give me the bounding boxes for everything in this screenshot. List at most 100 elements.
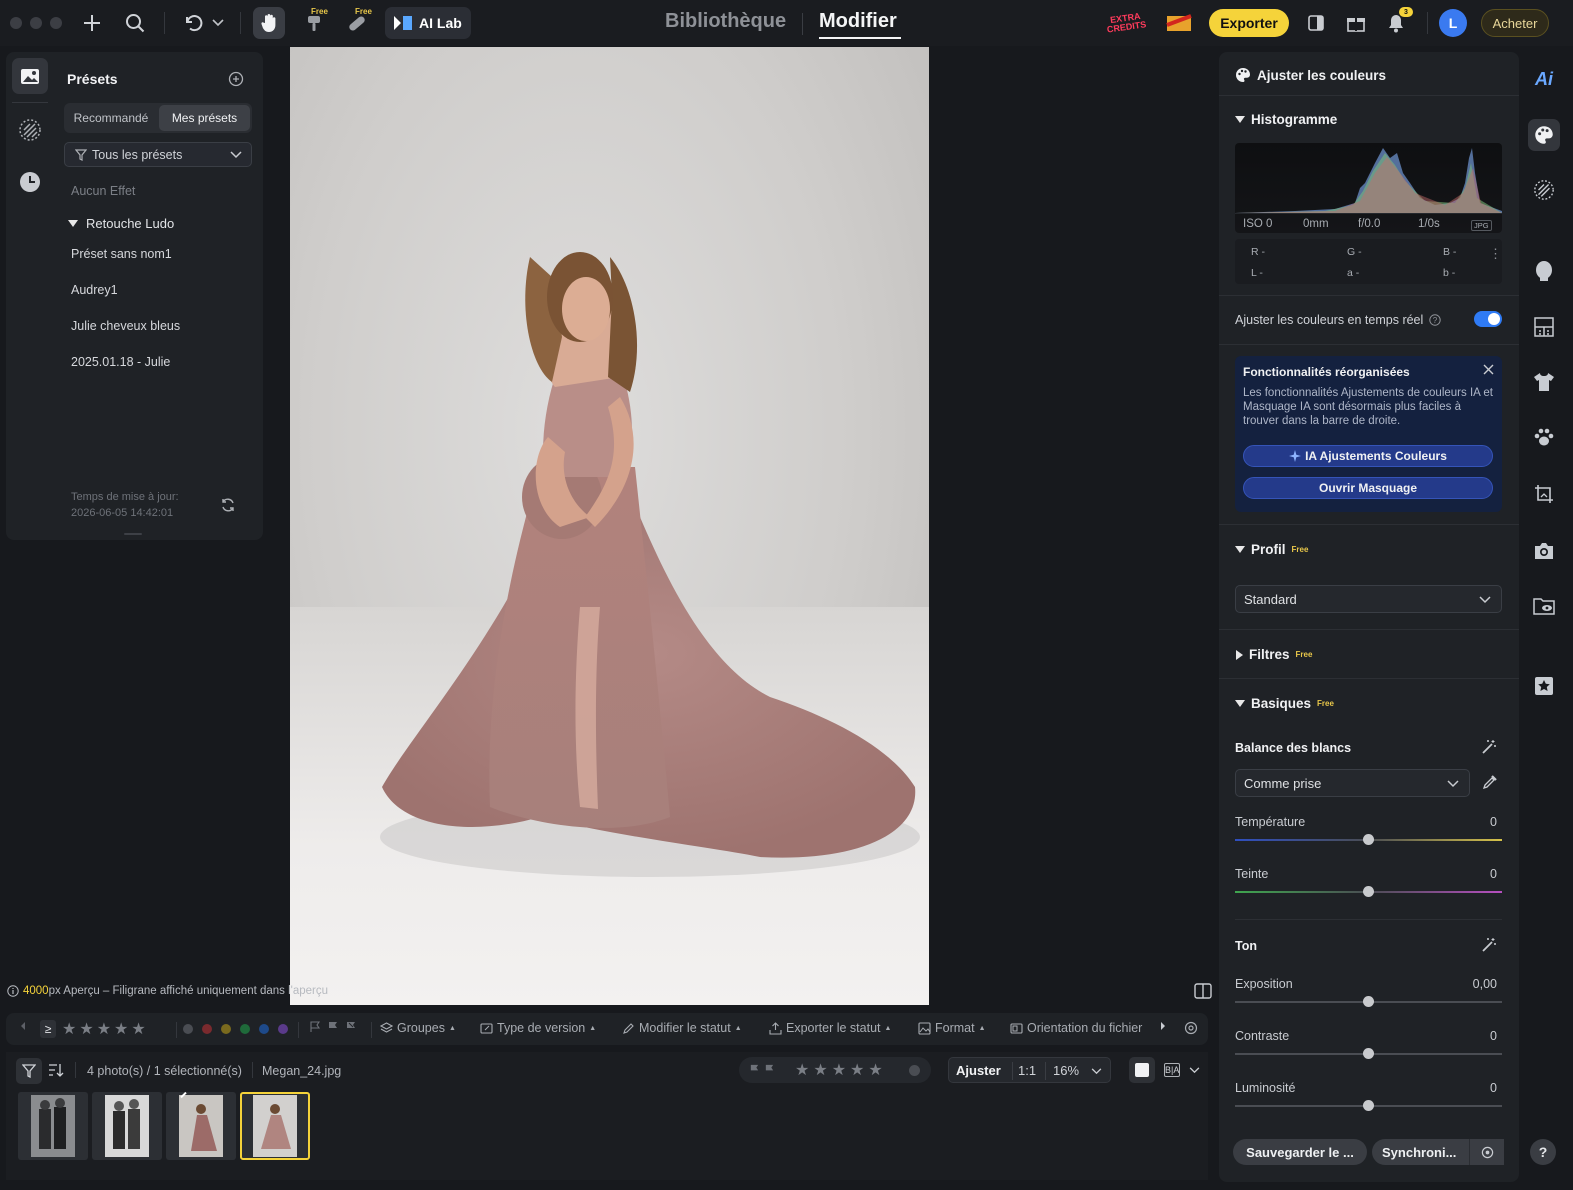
extra-credits-badge[interactable]: EXTRA CREDITS: [1100, 6, 1151, 40]
history-clock-icon[interactable]: [19, 171, 41, 193]
color-label-green[interactable]: [240, 1024, 250, 1034]
contrast-slider-knob[interactable]: [1363, 1048, 1374, 1059]
thumbnail-3[interactable]: [166, 1091, 236, 1160]
sync-settings-button[interactable]: [1469, 1139, 1504, 1165]
modify-status-filter[interactable]: Modifier le statut ▲: [622, 1021, 742, 1035]
buy-button[interactable]: Acheter: [1481, 9, 1549, 37]
window-minimize-button[interactable]: [30, 17, 42, 29]
thumbnail-2[interactable]: [92, 1092, 162, 1160]
compare-view-icon[interactable]: [1194, 983, 1212, 999]
gift-promo-icon[interactable]: [1164, 8, 1194, 38]
color-label-purple[interactable]: [278, 1024, 288, 1034]
export-panel-icon[interactable]: [1301, 8, 1331, 38]
thumbnail-1[interactable]: [18, 1092, 88, 1160]
color-label-yellow[interactable]: [221, 1024, 231, 1034]
tint-slider-knob[interactable]: [1363, 886, 1374, 897]
avatar[interactable]: L: [1439, 9, 1467, 37]
rating-comparator-button[interactable]: ≥: [40, 1020, 56, 1038]
toolbar-scroll-right-icon[interactable]: [1159, 1021, 1167, 1031]
tab-recommended[interactable]: Recommandé: [66, 105, 156, 131]
add-preset-icon[interactable]: [228, 71, 244, 87]
filmstrip-filter-button[interactable]: [16, 1058, 42, 1084]
star-rating-filter[interactable]: ★★★★★: [62, 1019, 149, 1039]
temperature-slider-knob[interactable]: [1363, 834, 1374, 845]
view-mode-chevron-icon[interactable]: [1189, 1067, 1200, 1074]
auto-white-balance-icon[interactable]: [1481, 739, 1497, 755]
window-zoom-button[interactable]: [50, 17, 62, 29]
color-label-red[interactable]: [202, 1024, 212, 1034]
ai-lab-button[interactable]: AI Lab: [385, 7, 471, 39]
tint-slider[interactable]: [1235, 886, 1502, 897]
search-icon[interactable]: [120, 8, 150, 38]
clothing-shirt-icon[interactable]: [1530, 368, 1558, 396]
readout-more-icon[interactable]: ⋮: [1489, 247, 1502, 260]
color-label-blue[interactable]: [259, 1024, 269, 1034]
single-view-button[interactable]: [1129, 1057, 1155, 1083]
groups-filter[interactable]: Groupes ▲: [380, 1021, 456, 1035]
zoom-level-dropdown[interactable]: 16%: [1053, 1063, 1079, 1078]
eyedropper-icon[interactable]: [1482, 774, 1498, 790]
crop-icon[interactable]: [1530, 480, 1558, 508]
photo-color-label[interactable]: [909, 1065, 920, 1076]
portrait-face-icon[interactable]: [1530, 257, 1558, 285]
adjust-colors-rail-button[interactable]: [1528, 119, 1560, 151]
toolbar-scroll-left-icon[interactable]: [19, 1021, 27, 1031]
texture-rail-icon[interactable]: [1530, 176, 1558, 204]
camera-icon[interactable]: [1530, 537, 1558, 565]
ai-color-adjust-button[interactable]: IA Ajustements Couleurs: [1243, 445, 1493, 467]
gift-icon[interactable]: [1341, 8, 1371, 38]
undo-icon[interactable]: [178, 8, 208, 38]
tab-my-presets[interactable]: Mes présets: [159, 105, 250, 131]
version-type-filter[interactable]: Type de version ▲: [480, 1021, 596, 1035]
pet-paw-icon[interactable]: [1530, 423, 1558, 451]
toolbar-settings-icon[interactable]: [1184, 1021, 1198, 1035]
preset-no-effect[interactable]: Aucun Effet: [71, 184, 135, 198]
thumbnail-4-selected[interactable]: [240, 1092, 310, 1160]
exposure-slider-knob[interactable]: [1363, 996, 1374, 1007]
presets-mode-button[interactable]: [12, 58, 48, 94]
tab-library[interactable]: Bibliothèque: [665, 10, 786, 33]
auto-tone-icon[interactable]: [1481, 937, 1497, 953]
favorite-star-icon[interactable]: [1530, 672, 1558, 700]
undo-history-chevron-icon[interactable]: [207, 8, 229, 38]
resize-handle[interactable]: [124, 533, 142, 535]
histogram-section-toggle[interactable]: Histogramme: [1235, 112, 1337, 127]
brightness-slider[interactable]: [1235, 1100, 1502, 1111]
exposure-slider[interactable]: [1235, 996, 1502, 1007]
preset-item[interactable]: Audrey1: [71, 283, 118, 297]
save-preset-button[interactable]: Sauvegarder le ...: [1233, 1139, 1367, 1165]
filters-section-toggle[interactable]: Filtres Free: [1236, 647, 1312, 662]
texture-icon[interactable]: [18, 118, 42, 142]
fit-adjust-button[interactable]: Ajuster: [956, 1063, 1001, 1078]
help-button[interactable]: ?: [1530, 1139, 1556, 1165]
zoom-one-to-one-button[interactable]: 1:1: [1018, 1063, 1036, 1078]
file-orientation-filter[interactable]: Orientation du fichier: [1010, 1021, 1142, 1035]
window-close-button[interactable]: [10, 17, 22, 29]
realtime-toggle[interactable]: [1474, 311, 1502, 327]
background-grid-icon[interactable]: [1530, 313, 1558, 341]
photo-canvas[interactable]: [290, 47, 929, 1005]
color-label-none[interactable]: [183, 1024, 193, 1034]
brightness-slider-knob[interactable]: [1363, 1100, 1374, 1111]
hand-tool-button[interactable]: [253, 7, 285, 39]
export-status-filter[interactable]: Exporter le statut ▲: [769, 1021, 891, 1035]
export-button[interactable]: Exporter: [1209, 9, 1289, 37]
folder-view-icon[interactable]: [1530, 592, 1558, 620]
flag-filters[interactable]: [309, 1021, 357, 1033]
preset-item[interactable]: Julie cheveux bleus: [71, 319, 180, 333]
white-balance-dropdown[interactable]: Comme prise: [1235, 769, 1470, 797]
tab-edit[interactable]: Modifier: [819, 10, 897, 33]
temperature-slider[interactable]: [1235, 834, 1502, 845]
preset-group-retouche-ludo[interactable]: Retouche Ludo: [68, 216, 174, 231]
open-masking-button[interactable]: Ouvrir Masquage: [1243, 477, 1493, 499]
format-filter[interactable]: Format ▲: [918, 1021, 986, 1035]
profile-dropdown[interactable]: Standard: [1235, 585, 1502, 613]
photo-flag-buttons[interactable]: [749, 1064, 775, 1075]
sort-icon[interactable]: [48, 1063, 64, 1077]
photo-star-rating[interactable]: ★★★★★: [795, 1060, 887, 1080]
profile-section-toggle[interactable]: Profil Free: [1235, 542, 1308, 557]
before-after-icon[interactable]: B|A: [1164, 1063, 1180, 1077]
ai-tools-icon[interactable]: Ai: [1530, 65, 1558, 93]
close-icon[interactable]: [1483, 364, 1494, 375]
contrast-slider[interactable]: [1235, 1048, 1502, 1059]
